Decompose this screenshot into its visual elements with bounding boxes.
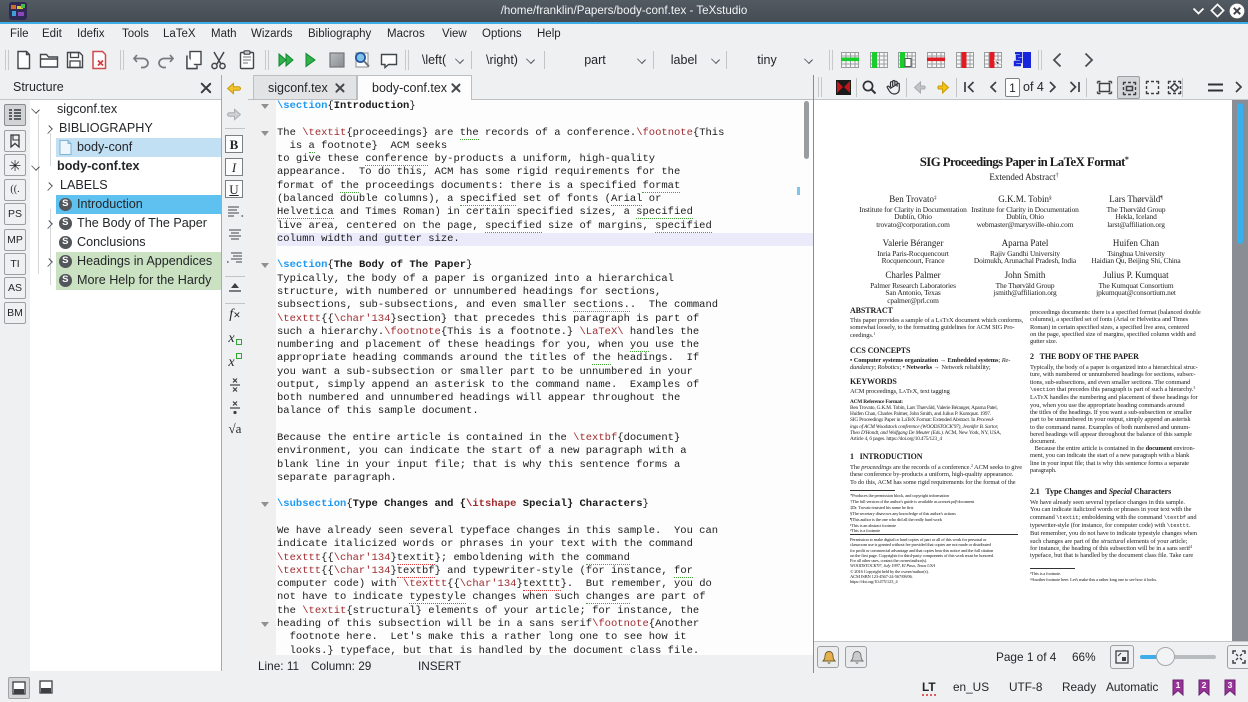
svg-text:3: 3	[1228, 680, 1233, 690]
svg-text:1: 1	[1176, 680, 1181, 690]
svg-text:2: 2	[1202, 680, 1207, 690]
